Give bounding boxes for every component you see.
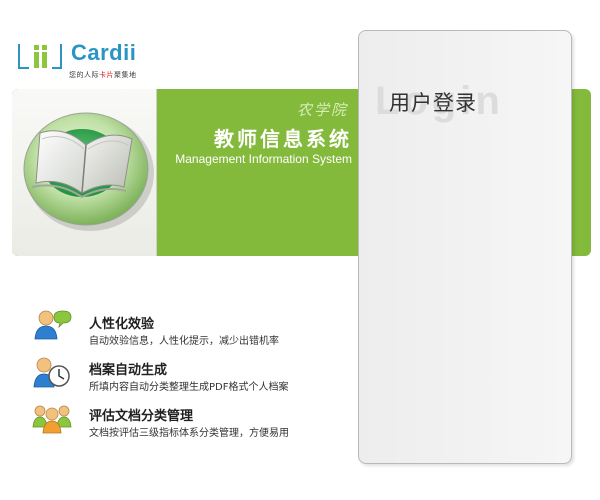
- logo-tagline: 您的人际卡片聚集地: [69, 71, 137, 79]
- feature-desc: 文档按评估三级指标体系分类管理，方便易用: [89, 428, 289, 439]
- logo-name: Cardii: [71, 40, 137, 65]
- users-chat-icon: [34, 310, 72, 340]
- banner-illustration: [12, 89, 157, 256]
- group-users-icon: [32, 405, 72, 434]
- clock-archive-icon: [33, 357, 70, 388]
- feature-desc: 自动效验信息，人性化提示，减少出错机率: [89, 336, 279, 347]
- cardii-logo-mark-icon: [18, 44, 62, 69]
- open-book-icon: [23, 112, 154, 231]
- login-title: 用户登录: [389, 91, 477, 115]
- feature-desc: 所填内容自动分类整理生成PDF格式个人档案: [89, 382, 289, 393]
- feature-item: 档案自动生成 所填内容自动分类整理生成PDF格式个人档案: [30, 355, 350, 401]
- banner-text: 农学院 教师信息系统 Management Information System: [156, 89, 356, 256]
- system-title: 教师信息系统: [214, 127, 352, 151]
- feature-item: 人性化效验 自动效验信息，人性化提示，减少出错机率: [30, 309, 350, 355]
- feature-list: 人性化效验 自动效验信息，人性化提示，减少出错机率 档案自动生成 所填内容自动分…: [30, 309, 350, 447]
- cardii-logo: Cardii 您的人际卡片聚集地: [17, 38, 167, 86]
- login-panel: Login 用户登录: [358, 30, 572, 464]
- college-name: 农学院: [296, 101, 348, 119]
- feature-title: 档案自动生成: [89, 363, 168, 378]
- feature-title: 人性化效验: [89, 317, 155, 332]
- feature-item: 评估文档分类管理 文档按评估三级指标体系分类管理，方便易用: [30, 401, 350, 447]
- system-subtitle: Management Information System: [175, 152, 352, 166]
- feature-title: 评估文档分类管理: [89, 409, 194, 424]
